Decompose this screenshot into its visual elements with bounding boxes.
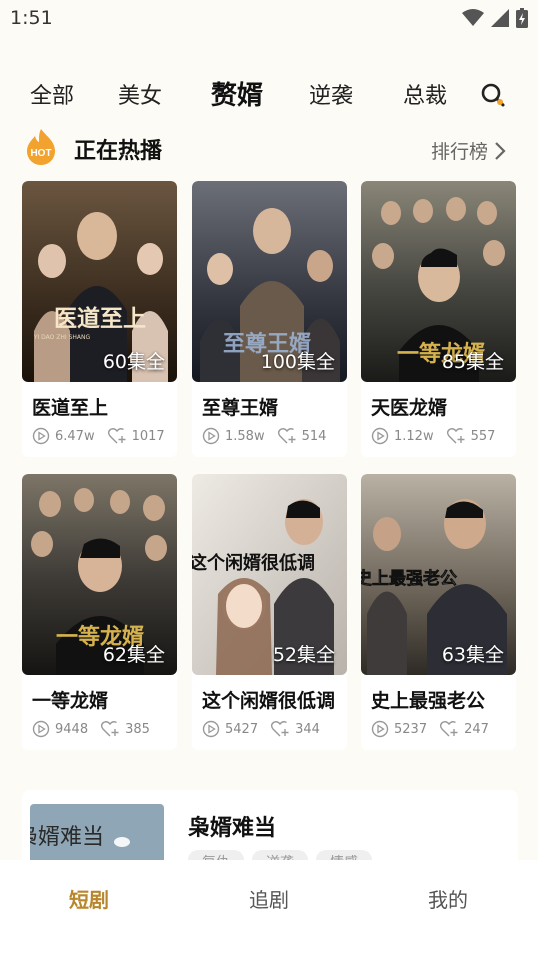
play-count: 5237 [371, 720, 427, 738]
like-count-value: 1017 [131, 428, 165, 444]
nav-profile[interactable]: 我的 [388, 884, 508, 913]
play-count: 6.47w [32, 427, 95, 445]
tab-ceo[interactable]: 总裁 [403, 78, 447, 110]
drama-title: 医道至上 [32, 397, 109, 419]
episode-count: 63集全 [441, 644, 504, 666]
hot-flame-icon: HOT [27, 129, 55, 165]
play-count: 5427 [202, 720, 258, 738]
category-tabs: 全部 美女 赘婿 逆袭 总裁 [0, 72, 538, 118]
drama-title: 天医龙婿 [371, 397, 448, 419]
drama-card[interactable]: 医道至上 YI DAO ZHI SHANG 60集全 医道至上 6.47w 10… [22, 181, 177, 457]
episode-count: 52集全 [272, 644, 335, 666]
drama-title: 史上最强老公 [371, 690, 486, 712]
play-count-value: 1.58w [225, 428, 265, 444]
drama-card[interactable]: 一等龙婿 85集全 天医龙婿 1.12w 557 [361, 181, 516, 457]
drama-stats: 5427 344 [202, 720, 320, 738]
status-icons [462, 8, 528, 28]
tab-son-in-law[interactable]: 赘婿 [211, 75, 263, 112]
like-count-value: 557 [470, 428, 496, 444]
like-count: 344 [270, 720, 320, 738]
like-count-value: 385 [125, 721, 150, 737]
heart-plus-icon [446, 428, 465, 444]
play-count-value: 5427 [225, 721, 259, 737]
like-count: 247 [439, 720, 489, 738]
play-icon [32, 720, 50, 738]
list-title: 枭婿难当 [188, 816, 277, 841]
like-count: 385 [100, 720, 150, 738]
status-time: 1:51 [10, 7, 53, 29]
play-icon [32, 427, 50, 445]
play-count-value: 9448 [55, 721, 89, 737]
heart-plus-icon [277, 428, 296, 444]
ranking-link[interactable]: 排行榜 [431, 137, 506, 164]
play-count-value: 5237 [394, 721, 428, 737]
wifi-icon [462, 9, 484, 26]
drama-poster: 一等龙婿 62集全 [22, 474, 177, 675]
drama-stats: 9448 385 [32, 720, 150, 738]
like-count: 514 [277, 427, 327, 445]
heart-plus-icon [107, 428, 126, 444]
status-bar: 1:51 [0, 0, 538, 38]
tab-all[interactable]: 全部 [30, 78, 74, 110]
ranking-link-label: 排行榜 [430, 141, 488, 163]
nav-following[interactable]: 追剧 [209, 884, 329, 913]
bottom-navigation: 短剧 追剧 我的 [0, 860, 538, 956]
play-count-value: 1.12w [394, 428, 434, 444]
like-count-value: 344 [295, 721, 320, 737]
heart-plus-icon [271, 721, 289, 737]
drama-stats: 6.47w 1017 [32, 427, 165, 445]
like-count-value: 514 [301, 428, 327, 444]
nav-short-drama[interactable]: 短剧 [29, 884, 149, 913]
heart-plus-icon [101, 721, 119, 737]
like-count-value: 247 [464, 721, 489, 737]
tab-beauty[interactable]: 美女 [118, 78, 162, 110]
hot-badge-label: HOT [30, 148, 51, 159]
drama-poster: 这个闲婿很低调 52集全 [192, 474, 347, 675]
hot-section-header: HOT 正在热播 排行榜 [0, 128, 538, 172]
poster-title: 史上最强老公 [361, 568, 457, 589]
drama-poster: 至尊王婿 100集全 [192, 181, 347, 382]
drama-card[interactable]: 一等龙婿 62集全 一等龙婿 9448 385 [22, 474, 177, 750]
drama-poster: 医道至上 YI DAO ZHI SHANG 60集全 [22, 181, 177, 382]
drama-stats: 1.12w 557 [371, 427, 495, 445]
section-title: 正在热播 [74, 139, 163, 164]
like-count: 557 [446, 427, 496, 445]
episode-count: 62集全 [102, 644, 165, 666]
thumbnail-title: 枭婿难当 [30, 825, 104, 850]
play-count: 1.12w [371, 427, 434, 445]
drama-title: 一等龙婿 [32, 690, 109, 712]
play-icon [371, 720, 389, 738]
drama-card[interactable]: 史上最强老公 63集全 史上最强老公 5237 247 [361, 474, 516, 750]
search-icon[interactable] [478, 80, 508, 110]
drama-poster: 史上最强老公 63集全 [361, 474, 516, 675]
heart-plus-icon [440, 721, 458, 737]
drama-card[interactable]: 这个闲婿很低调 52集全 这个闲婿很低调 5427 344 [192, 474, 347, 750]
drama-list-item[interactable]: 枭婿难当 枭婿难当 复仇 逆袭 情感 [22, 790, 518, 870]
episode-count: 60集全 [102, 351, 165, 373]
poster-title: 医道至上 [54, 305, 146, 332]
play-count-value: 6.47w [55, 428, 95, 444]
drama-stats: 1.58w 514 [202, 427, 326, 445]
drama-card[interactable]: 至尊王婿 100集全 至尊王婿 1.58w 514 [192, 181, 347, 457]
drama-poster: 一等龙婿 85集全 [361, 181, 516, 382]
chevron-right-icon [495, 141, 506, 160]
drama-stats: 5237 247 [371, 720, 489, 738]
drama-title: 这个闲婿很低调 [202, 690, 336, 712]
drama-title: 至尊王婿 [202, 397, 279, 419]
poster-subtitle: YI DAO ZHI SHANG [33, 334, 91, 341]
tab-counterattack[interactable]: 逆袭 [309, 78, 353, 110]
signal-icon [491, 9, 509, 27]
like-count: 1017 [107, 427, 165, 445]
play-icon [371, 427, 389, 445]
play-count: 9448 [32, 720, 88, 738]
poster-title: 这个闲婿很低调 [192, 552, 315, 574]
play-icon [202, 427, 220, 445]
play-count: 1.58w [202, 427, 265, 445]
battery-icon [516, 8, 528, 28]
episode-count: 85集全 [441, 351, 504, 373]
play-icon [202, 720, 220, 738]
episode-count: 100集全 [260, 351, 335, 373]
